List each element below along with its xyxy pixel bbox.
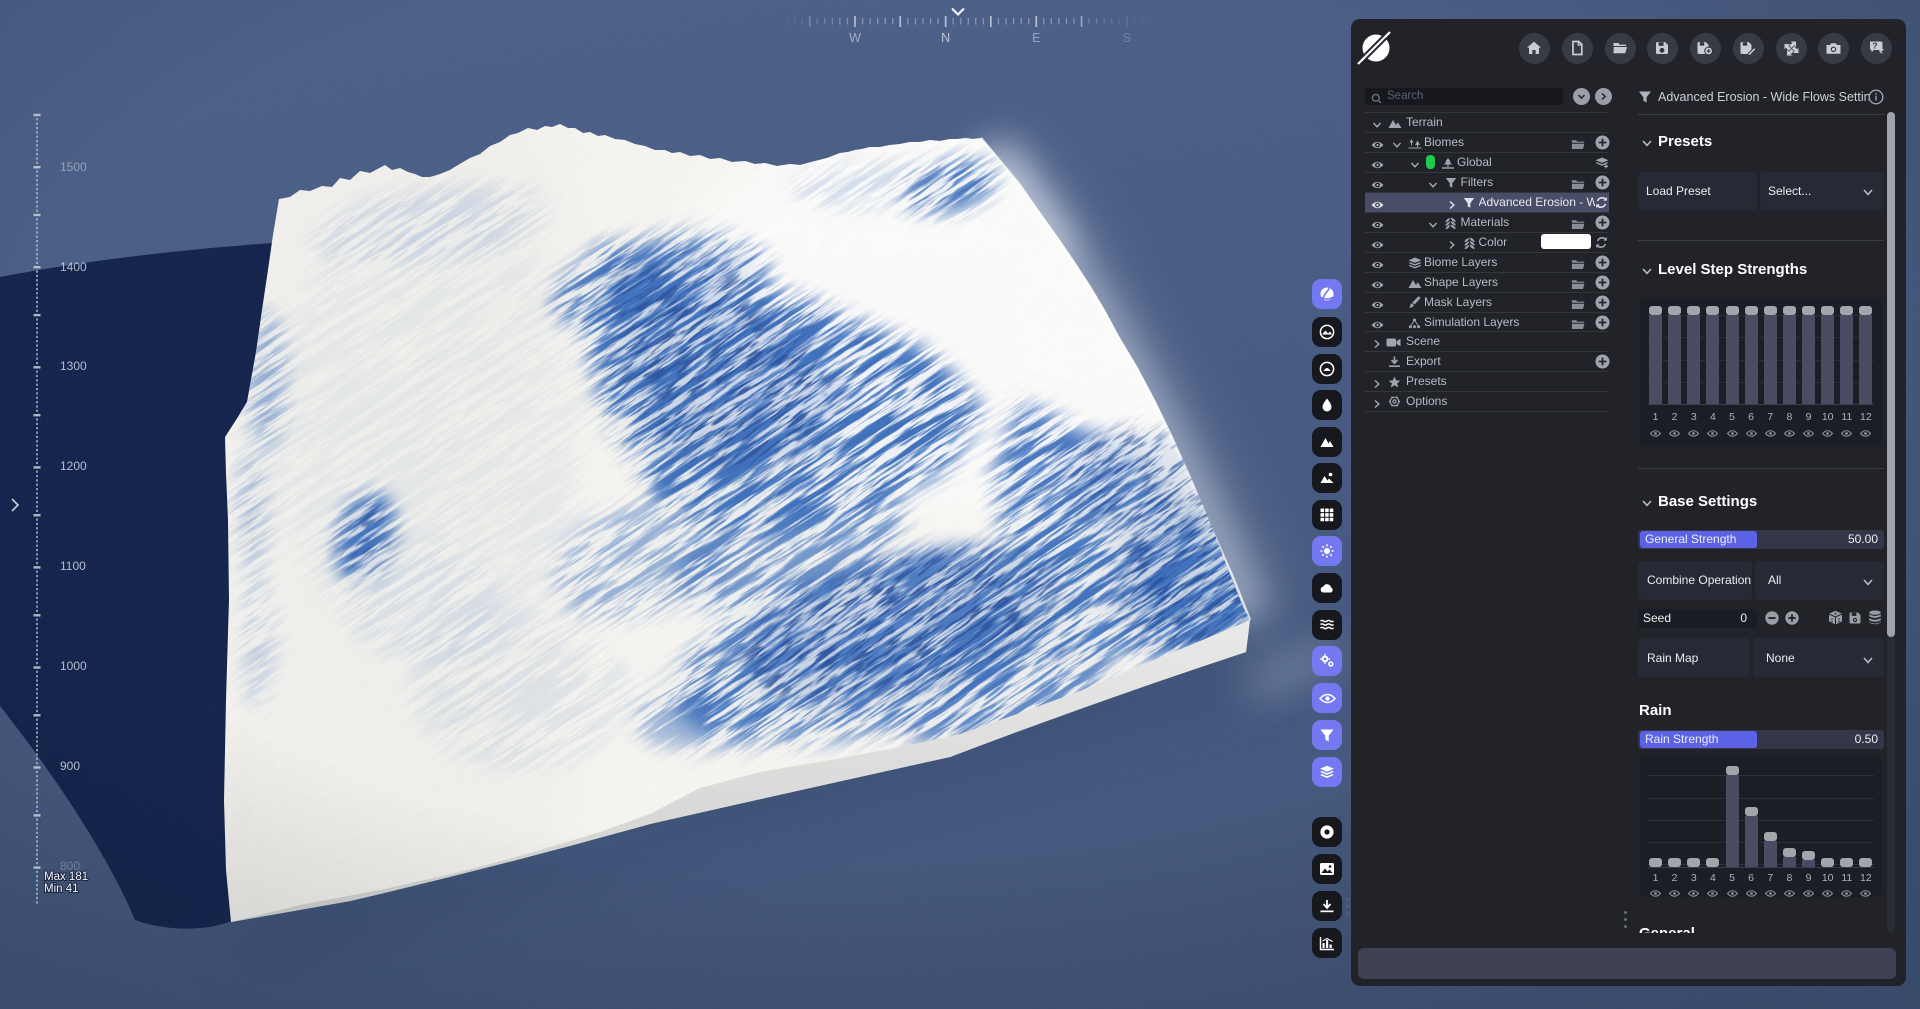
svg-text:W: W xyxy=(849,31,861,45)
svg-text:1500: 1500 xyxy=(60,160,87,174)
svg-text:S: S xyxy=(1123,31,1131,45)
svg-text:1100: 1100 xyxy=(60,559,86,573)
svg-text:Max 181: Max 181 xyxy=(44,871,88,883)
svg-text:1400: 1400 xyxy=(60,260,87,274)
svg-text:1000: 1000 xyxy=(60,659,87,673)
svg-text:900: 900 xyxy=(60,759,80,773)
svg-text:Min 41: Min 41 xyxy=(44,883,79,895)
svg-text:1200: 1200 xyxy=(60,459,87,473)
svg-text:E: E xyxy=(1032,31,1040,45)
svg-text:N: N xyxy=(941,31,950,45)
svg-text:1300: 1300 xyxy=(60,359,87,373)
